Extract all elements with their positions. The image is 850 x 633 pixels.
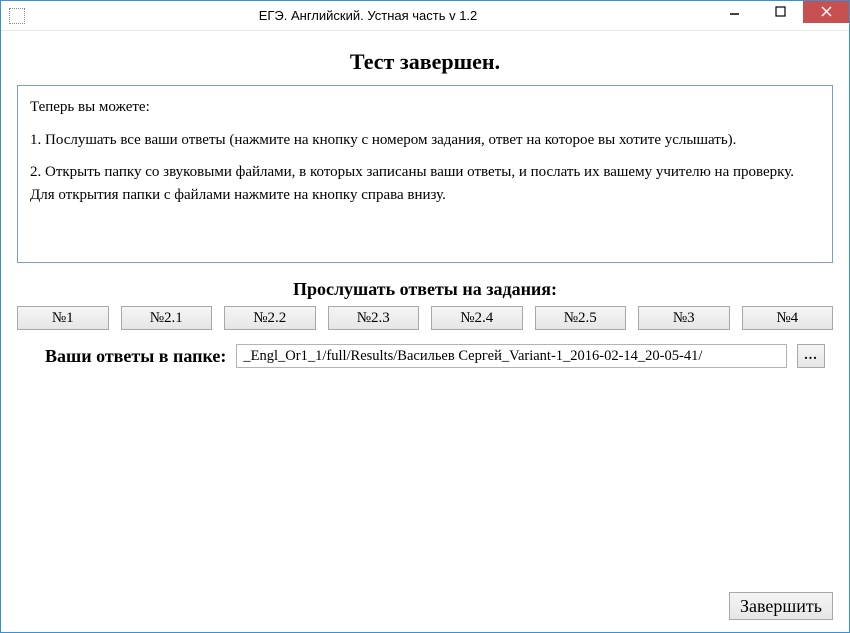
client-area: Тест завершен. Теперь вы можете: 1. Посл… [1, 31, 849, 632]
close-icon [821, 6, 832, 17]
page-title: Тест завершен. [17, 49, 833, 75]
browse-button[interactable]: ... [797, 344, 825, 368]
task-button-4[interactable]: №4 [742, 306, 834, 330]
maximize-icon [775, 6, 786, 17]
task-button-2-1[interactable]: №2.1 [121, 306, 213, 330]
task-button-2-5[interactable]: №2.5 [535, 306, 627, 330]
folder-path-field[interactable]: _Engl_Or1_1/full/Results/Васильев Сергей… [236, 344, 787, 368]
task-button-2-4[interactable]: №2.4 [431, 306, 523, 330]
info-intro: Теперь вы можете: [30, 96, 820, 119]
folder-label: Ваши ответы в папке: [25, 346, 226, 367]
task-button-1[interactable]: №1 [17, 306, 109, 330]
task-button-2-3[interactable]: №2.3 [328, 306, 420, 330]
minimize-button[interactable] [711, 1, 757, 23]
listen-heading: Прослушать ответы на задания: [17, 279, 833, 300]
app-icon [9, 8, 25, 24]
info-step-1: 1. Послушать все ваши ответы (нажмите на… [30, 129, 820, 152]
info-panel: Теперь вы можете: 1. Послушать все ваши … [17, 85, 833, 263]
finish-button[interactable]: Завершить [729, 592, 833, 620]
folder-row: Ваши ответы в папке: _Engl_Or1_1/full/Re… [17, 344, 833, 368]
window-title: ЕГЭ. Английский. Устная часть v 1.2 [25, 8, 711, 23]
info-step-2: 2. Открыть папку со звуковыми файлами, в… [30, 161, 820, 206]
maximize-button[interactable] [757, 1, 803, 23]
task-button-3[interactable]: №3 [638, 306, 730, 330]
titlebar: ЕГЭ. Английский. Устная часть v 1.2 [1, 1, 849, 31]
minimize-icon [729, 6, 740, 17]
close-button[interactable] [803, 1, 849, 23]
task-button-row: №1 №2.1 №2.2 №2.3 №2.4 №2.5 №3 №4 [17, 306, 833, 330]
window-controls [711, 1, 849, 23]
app-window: ЕГЭ. Английский. Устная часть v 1.2 Тест… [0, 0, 850, 633]
task-button-2-2[interactable]: №2.2 [224, 306, 316, 330]
